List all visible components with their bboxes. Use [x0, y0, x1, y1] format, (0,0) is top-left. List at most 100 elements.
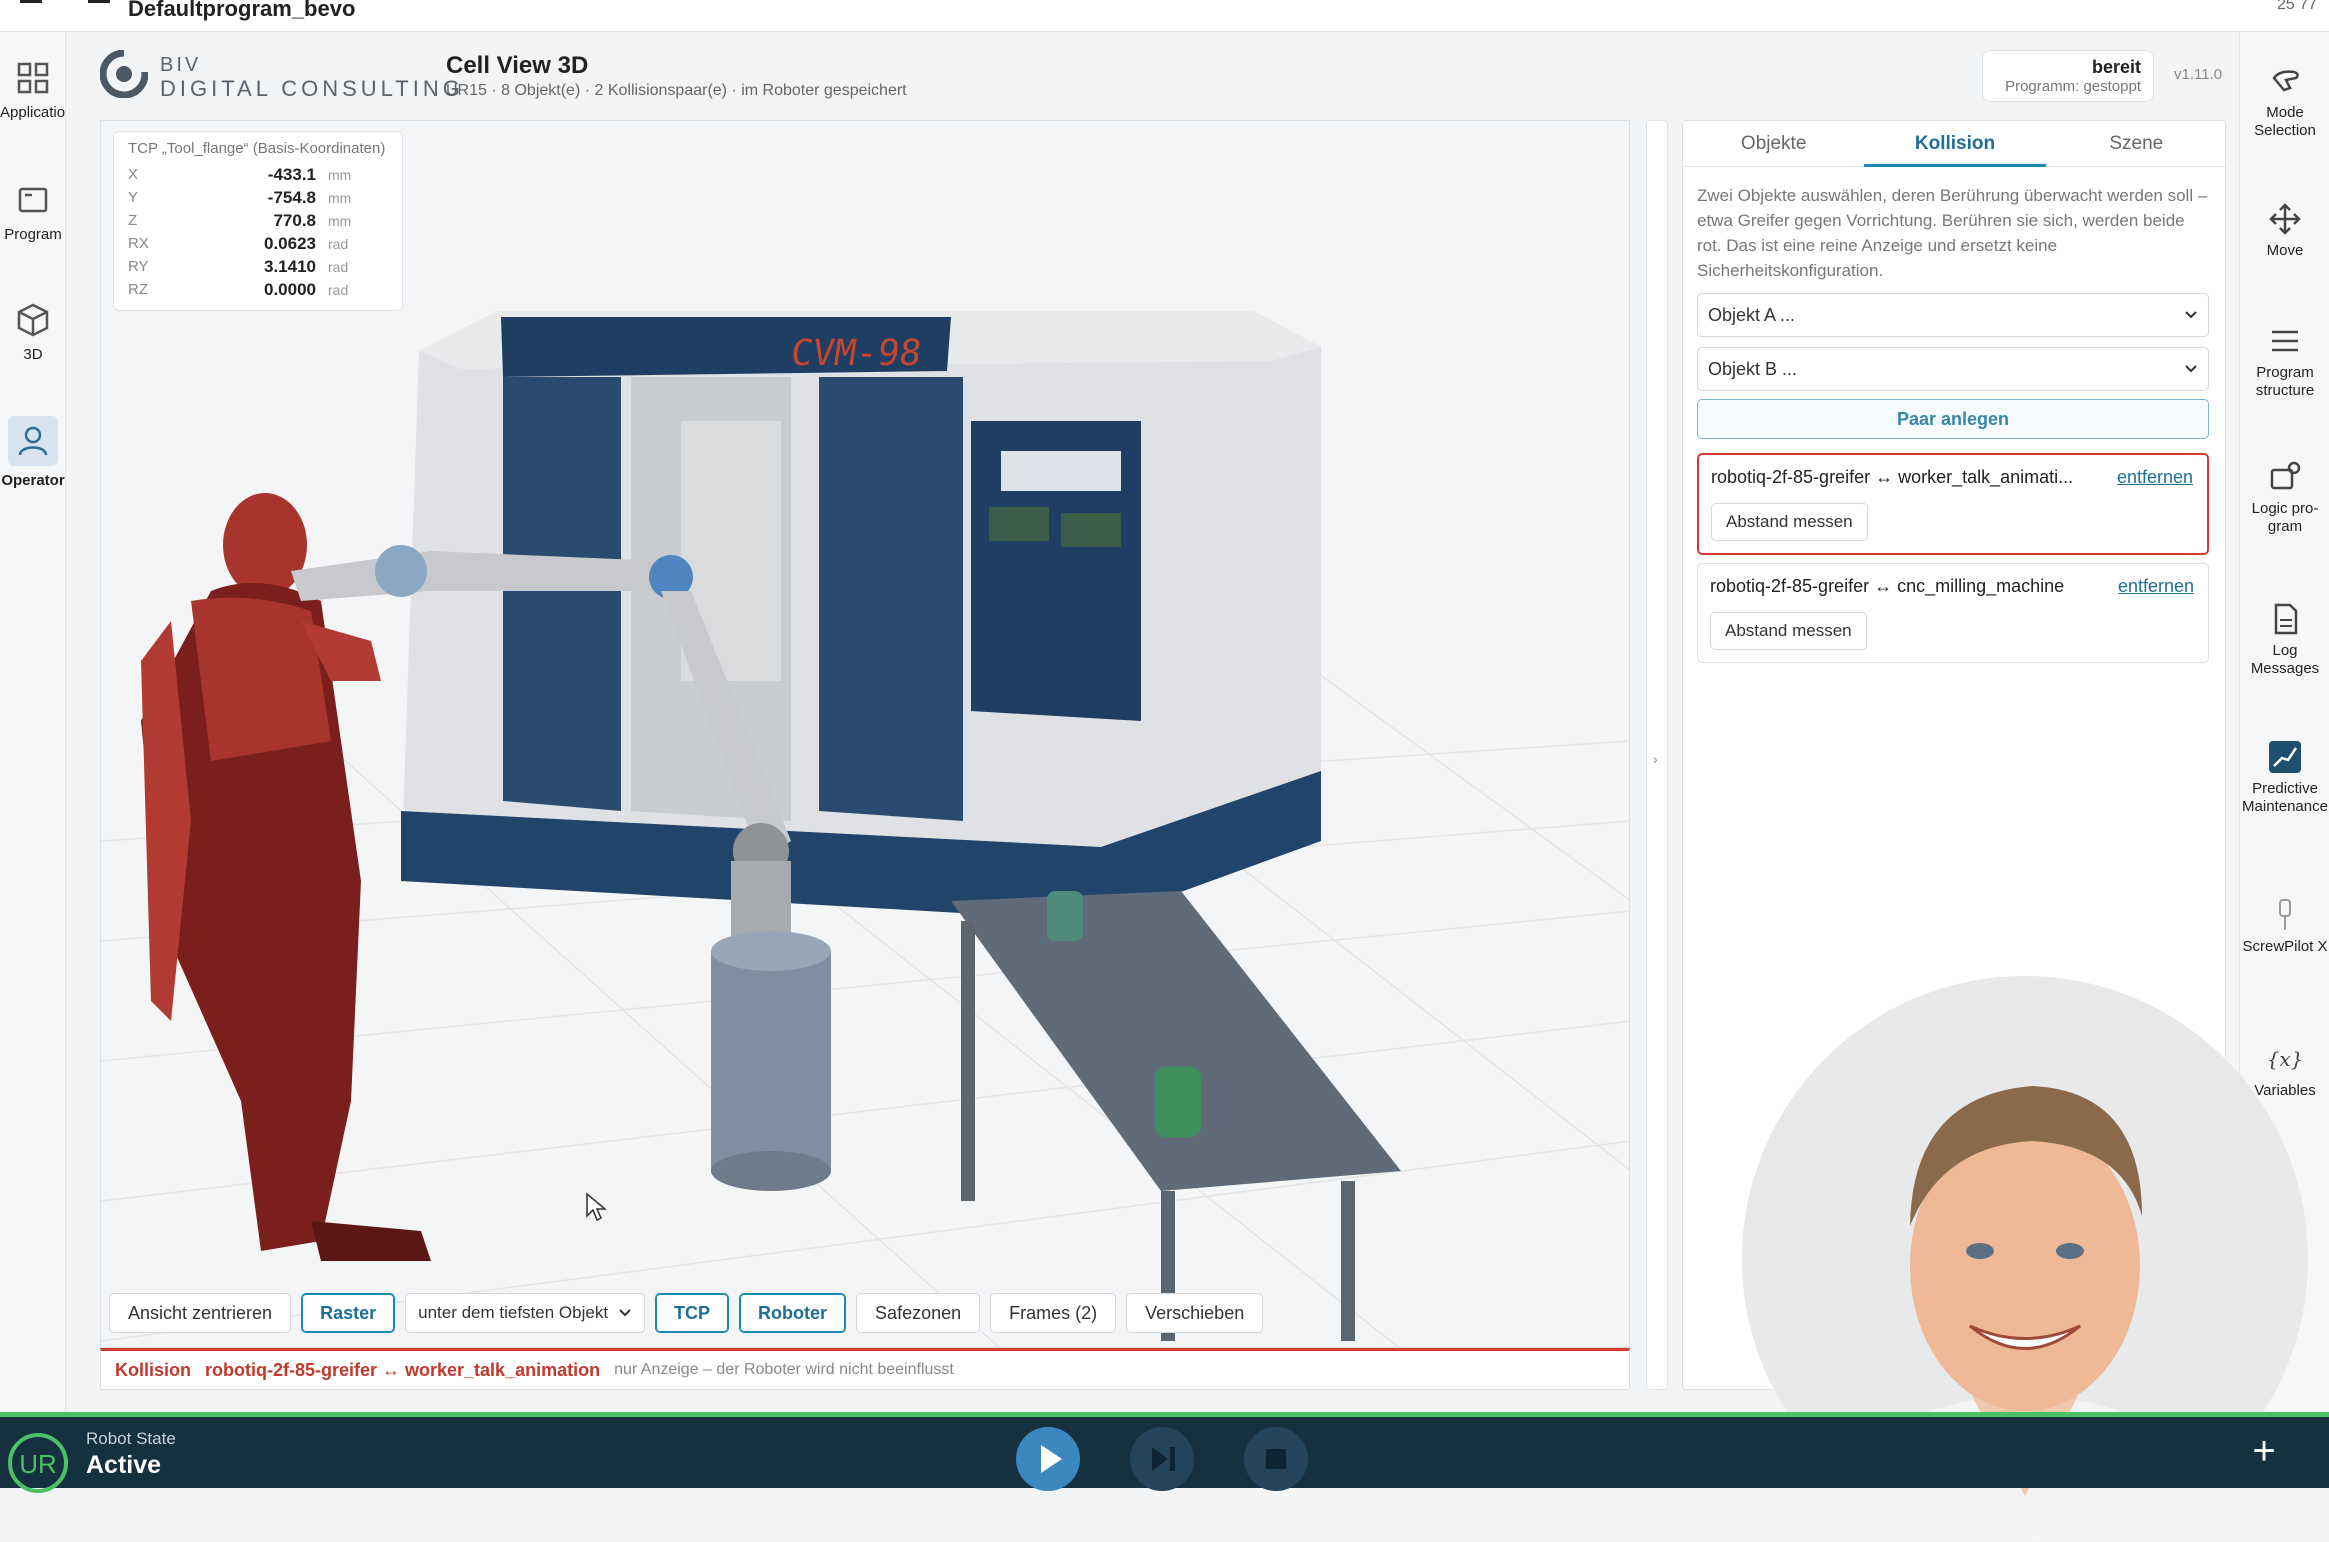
skip-icon: [1152, 1447, 1175, 1471]
tcp-toggle[interactable]: TCP: [655, 1293, 730, 1333]
chevron-down-icon: [619, 1309, 631, 1317]
collision-description: Zwei Objekte auswählen, deren Berührung …: [1697, 186, 2208, 280]
nav-3d[interactable]: 3D: [0, 302, 66, 363]
robot-control-bar: UR Robot State Active +: [0, 1412, 2329, 1493]
nav-log-messages[interactable]: Log Messages: [2240, 602, 2329, 678]
ur-logo-icon: UR: [8, 1433, 68, 1493]
remove-pair-link[interactable]: entfernen: [2117, 467, 2193, 488]
plus-icon[interactable]: +: [2242, 1431, 2286, 1475]
robot-state-value: Active: [86, 1451, 162, 1479]
collision-pair: robotiq-2f-85-greifer ↔ worker_talk_anim…: [205, 1359, 601, 1380]
safezones-toggle[interactable]: Safezonen: [856, 1293, 981, 1333]
measure-distance-button[interactable]: Abstand messen: [1710, 612, 1867, 650]
tcp-row: RY 3.1410 rad: [128, 255, 388, 278]
nav-screwpilot[interactable]: ScrewPilot X: [2240, 898, 2329, 956]
nav-label: Log Messages: [2250, 642, 2320, 677]
nav-logic-program[interactable]: Logic pro-gram: [2240, 460, 2329, 536]
panel-tabs: Objekte Kollision Szene: [1683, 121, 2227, 167]
nav-program[interactable]: Program: [0, 182, 66, 243]
status-program: Programm: gestoppt: [2005, 78, 2141, 95]
tcp-value: 3.1410: [264, 256, 316, 276]
nav-label: Program structure: [2255, 364, 2315, 399]
tcp-row: RX 0.0623 rad: [128, 232, 388, 255]
page-subtitle: UR15 · 8 Objekt(e) · 2 Kollisionspaar(e)…: [446, 82, 907, 99]
nav-label: Logic pro-gram: [2251, 500, 2319, 535]
nav-move[interactable]: Move: [2240, 202, 2329, 260]
screwdriver-icon: [2279, 899, 2291, 930]
tcp-unit: mm: [328, 212, 352, 229]
logic-program-icon: [2270, 461, 2301, 490]
object-a-value: Objekt A ...: [1708, 304, 1796, 325]
raster-toggle[interactable]: Raster: [301, 1293, 396, 1333]
nav-mode-selection[interactable]: Mode Selection: [2240, 64, 2329, 140]
grid-icon: [17, 62, 49, 94]
nav-label: Variables: [2254, 1082, 2316, 1099]
nav-predictive-maintenance[interactable]: Predictive Maintenance: [2240, 740, 2329, 816]
object-b-value: Objekt B ...: [1708, 358, 1798, 379]
tcp-value: 770.8: [273, 210, 316, 230]
nav-label: Move: [2266, 242, 2304, 259]
nav-application[interactable]: Application: [0, 60, 73, 121]
tcp-axis: Y: [128, 189, 139, 206]
chevron-right-icon: ›: [1653, 751, 1658, 767]
tcp-row: X -433.1 mm: [128, 163, 388, 186]
nav-program-structure[interactable]: Program structure: [2240, 324, 2329, 400]
chart-icon: [2269, 741, 2301, 773]
mouse-cursor-icon: [586, 1192, 608, 1222]
status-badge: bereit Programm: gestoppt: [1982, 50, 2154, 102]
tab-kollision[interactable]: Kollision: [1864, 121, 2046, 167]
robot-state-label: Robot State: [86, 1429, 176, 1448]
panel-splitter[interactable]: ›: [1646, 120, 1668, 1390]
object-b-select[interactable]: Objekt B ...: [1697, 347, 2209, 391]
tab-objekte[interactable]: Objekte: [1683, 121, 1864, 166]
play-button[interactable]: [1016, 1427, 1080, 1491]
brand-line2: DIGITAL CONSULTING: [160, 76, 464, 101]
pair-name: robotiq-2f-85-greifer ↔ worker_talk_anim…: [1711, 467, 2074, 487]
tcp-row: RZ 0.0000 rad: [128, 278, 388, 301]
nav-label-3d: 3D: [23, 346, 43, 363]
collision-note: nur Anzeige – der Roboter wird nicht bee…: [614, 1361, 954, 1378]
tcp-axis: RX: [128, 235, 149, 252]
document-icon: [2274, 603, 2298, 635]
nav-operator-highlight: [8, 416, 58, 466]
nav-label-program: Program: [4, 226, 62, 243]
window-titlebar: Defaultprogram_bevo 25 77: [0, 0, 2329, 32]
robot-toggle[interactable]: Roboter: [739, 1293, 847, 1333]
svg-text:{x}: {x}: [2267, 1047, 2304, 1071]
collision-label: Kollision: [115, 1359, 191, 1380]
tcp-unit: rad: [328, 281, 349, 298]
tcp-axis: RY: [128, 258, 149, 275]
frames-toggle[interactable]: Frames (2): [990, 1293, 1117, 1333]
menu-icon[interactable]: [20, 0, 42, 3]
tcp-unit: mm: [328, 166, 352, 183]
chevron-down-icon: [2185, 365, 2197, 373]
measure-distance-button[interactable]: Abstand messen: [1711, 503, 1868, 541]
stop-button[interactable]: [1244, 1427, 1308, 1491]
program-menu-icon[interactable]: [88, 0, 110, 3]
variables-icon: {x}: [2267, 1047, 2304, 1071]
tcp-row: Z 770.8 mm: [128, 209, 388, 232]
version-label: v1.11.0: [2174, 66, 2223, 83]
placement-select[interactable]: unter dem tiefsten Objekt: [405, 1293, 646, 1333]
pair-name: robotiq-2f-85-greifer ↔ cnc_milling_mach…: [1710, 576, 2065, 596]
tcp-axis: X: [128, 166, 139, 183]
nav-operator[interactable]: Operator: [0, 416, 66, 489]
nav-label: ScrewPilot X: [2242, 938, 2328, 955]
center-view-button[interactable]: Ansicht zentrieren: [109, 1293, 292, 1333]
tcp-axis: RZ: [128, 281, 148, 298]
3d-viewport[interactable]: CVM-98 TCP „Tool_flange“ (Basis-Koordina…: [100, 120, 1630, 1348]
tab-szene[interactable]: Szene: [2046, 121, 2227, 166]
program-icon: [18, 187, 48, 213]
remove-pair-link[interactable]: entfernen: [2118, 576, 2194, 597]
nav-label-operator: Operator: [1, 472, 65, 489]
nav-label: Mode Selection: [2254, 104, 2316, 139]
tcp-header: TCP „Tool_flange“ (Basis-Koordinaten): [128, 140, 386, 157]
chevron-down-icon: [2185, 311, 2197, 319]
move-toggle[interactable]: Verschieben: [1126, 1293, 1264, 1333]
move-arrows-icon: [2269, 203, 2301, 235]
add-pair-button[interactable]: Paar anlegen: [1697, 399, 2209, 439]
placement-select-value: unter dem tiefsten Objekt: [418, 1303, 609, 1322]
step-button[interactable]: [1130, 1427, 1194, 1491]
object-a-select[interactable]: Objekt A ...: [1697, 293, 2209, 337]
tcp-unit: rad: [328, 258, 349, 275]
